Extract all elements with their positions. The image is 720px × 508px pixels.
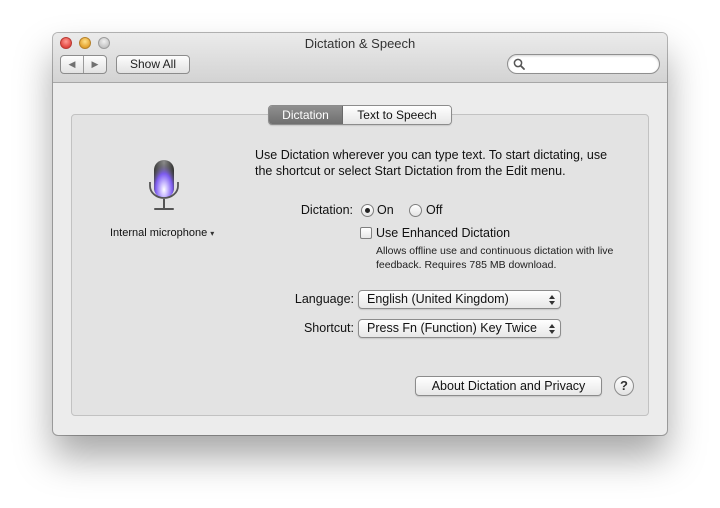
microphone-source-menu[interactable]: Internal microphone ▾ bbox=[110, 227, 214, 239]
chevron-down-icon: ▾ bbox=[210, 229, 215, 238]
show-all-button[interactable]: Show All bbox=[116, 55, 190, 74]
about-dictation-privacy-button[interactable]: About Dictation and Privacy bbox=[415, 376, 602, 396]
help-button[interactable]: ? bbox=[614, 376, 634, 396]
preferences-window: Dictation & Speech ◀ ▶ Show All Dictatio… bbox=[53, 33, 667, 435]
dictation-on-label[interactable]: On bbox=[377, 203, 394, 217]
back-forward-control: ◀ ▶ bbox=[60, 55, 107, 74]
window-title: Dictation & Speech bbox=[304, 36, 416, 51]
microphone-icon bbox=[147, 158, 181, 219]
shortcut-label: Shortcut: bbox=[303, 321, 354, 335]
search-icon bbox=[513, 58, 525, 70]
microphone-source-label: Internal microphone bbox=[110, 227, 208, 239]
dictation-on-radio[interactable] bbox=[361, 204, 374, 217]
enhanced-dictation-label[interactable]: Use Enhanced Dictation bbox=[376, 226, 510, 240]
dictation-label: Dictation: bbox=[300, 203, 353, 217]
back-button[interactable]: ◀ bbox=[61, 56, 84, 73]
updown-arrows-icon bbox=[549, 324, 555, 334]
tab-dictation[interactable]: Dictation bbox=[269, 106, 343, 124]
titlebar: Dictation & Speech ◀ ▶ Show All bbox=[53, 33, 667, 83]
tab-bar: Dictation Text to Speech bbox=[268, 105, 452, 125]
shortcut-popup[interactable]: Press Fn (Function) Key Twice bbox=[358, 319, 561, 338]
shortcut-value: Press Fn (Function) Key Twice bbox=[367, 321, 537, 335]
enhanced-dictation-note: Allows offline use and continuous dictat… bbox=[376, 245, 614, 271]
language-popup[interactable]: English (United Kingdom) bbox=[358, 290, 561, 309]
language-label: Language: bbox=[294, 292, 354, 306]
dictation-description: Use Dictation wherever you can type text… bbox=[255, 148, 608, 178]
search-input[interactable] bbox=[528, 56, 654, 72]
dictation-off-label[interactable]: Off bbox=[426, 203, 442, 217]
updown-arrows-icon bbox=[549, 295, 555, 305]
enhanced-dictation-checkbox[interactable] bbox=[360, 227, 372, 239]
language-value: English (United Kingdom) bbox=[367, 292, 509, 306]
search-field[interactable] bbox=[507, 54, 660, 74]
tab-text-to-speech[interactable]: Text to Speech bbox=[343, 106, 451, 124]
forward-button[interactable]: ▶ bbox=[84, 56, 106, 73]
dictation-off-radio[interactable] bbox=[409, 204, 422, 217]
